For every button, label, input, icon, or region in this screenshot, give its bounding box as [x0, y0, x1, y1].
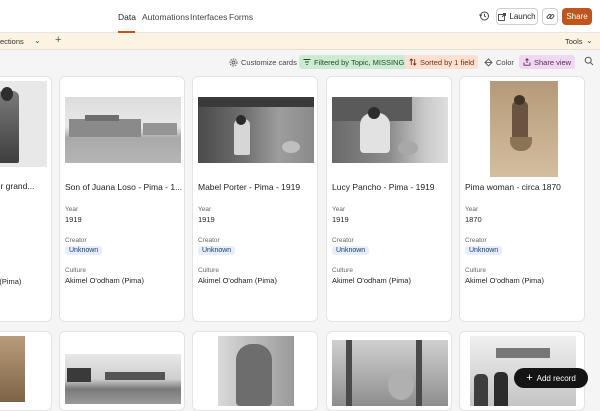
creator-chip: Unknown [332, 246, 370, 255]
view-bar: ections ⌄ + Tools ⌄ [0, 33, 600, 50]
record-card[interactable] [0, 331, 52, 411]
share-icon [523, 58, 531, 66]
sort-button[interactable]: Sorted by 1 field [405, 55, 479, 69]
record-card[interactable]: Son of Juana Loso - Pima - 1... Year 191… [59, 76, 185, 322]
launch-button[interactable]: Launch [496, 8, 538, 25]
record-photo [490, 81, 558, 177]
filter-button[interactable]: Filtered by Topic, MISSING [299, 55, 409, 69]
year-label: Year [465, 206, 479, 213]
add-record-button[interactable]: + Add record [514, 368, 588, 388]
sort-icon [409, 58, 417, 66]
year-label: Year [198, 206, 212, 213]
creator-label: Creator [198, 237, 220, 244]
record-year: 1870 [465, 215, 482, 224]
search-icon[interactable] [584, 56, 594, 66]
culture-label: Culture [198, 267, 219, 274]
record-photo [65, 97, 181, 163]
creator-chip: Unknown [465, 246, 503, 255]
year-label: Year [65, 206, 79, 213]
view-name[interactable]: ections [0, 37, 24, 46]
record-card[interactable] [192, 331, 318, 411]
color-button[interactable]: Color [480, 55, 518, 69]
tools-menu[interactable]: Tools [565, 37, 583, 46]
record-title: Mabel Porter - Pima - 1919 [198, 182, 301, 192]
filter-icon [303, 59, 311, 65]
paint-bucket-icon [484, 57, 493, 67]
record-photo [218, 336, 294, 406]
plus-icon: + [526, 371, 533, 384]
tab-interfaces[interactable]: Interfaces [190, 12, 227, 22]
record-year: 1919 [65, 215, 82, 224]
creator-label: Creator [65, 237, 87, 244]
creator-chip: Unknown [198, 246, 236, 255]
record-photo [0, 81, 47, 167]
record-culture: m (Pima) [0, 277, 22, 286]
creator-chip: Unknown [65, 246, 103, 255]
launch-label: Launch [509, 12, 536, 21]
share-button[interactable]: Share [562, 8, 592, 25]
chevron-down-icon[interactable]: ⌄ [586, 36, 593, 45]
record-card[interactable] [59, 331, 185, 411]
record-photo [65, 354, 181, 404]
filter-label: Filtered by Topic, MISSING [314, 57, 405, 67]
record-card[interactable]: Mabel Porter - Pima - 1919 Year 1919 Cre… [192, 76, 318, 322]
link-icon [546, 14, 554, 20]
record-culture: Akimel O'odham (Pima) [198, 276, 277, 285]
view-toolbar: Customize cards Filtered by Topic, MISSI… [0, 50, 600, 74]
gear-icon [229, 58, 238, 66]
record-card[interactable]: Pima woman - circa 1870 Year 1870 Creato… [459, 76, 585, 322]
year-label: Year [332, 206, 346, 213]
tab-data[interactable]: Data [118, 12, 136, 22]
culture-label: Culture [465, 267, 486, 274]
record-photo [198, 97, 314, 163]
tab-forms[interactable]: Forms [229, 12, 253, 22]
history-icon[interactable] [478, 10, 490, 22]
record-card[interactable] [326, 331, 452, 411]
sort-label: Sorted by 1 field [420, 57, 475, 67]
record-photo [332, 97, 448, 163]
customize-cards-label: Customize cards [241, 57, 297, 67]
chevron-down-icon[interactable]: ⌄ [34, 36, 41, 45]
share-view-button[interactable]: Share view [519, 55, 576, 69]
record-photo [332, 340, 448, 406]
culture-label: Culture [65, 267, 86, 274]
record-culture: Akimel O'odham (Pima) [65, 276, 144, 285]
record-title: Pima woman - circa 1870 [465, 182, 561, 192]
creator-label: Creator [332, 237, 354, 244]
record-title: her grand... [0, 181, 35, 191]
creator-label: Creator [465, 237, 487, 244]
record-year: 1919 [198, 215, 215, 224]
record-year: 1919 [332, 215, 349, 224]
record-card[interactable]: Lucy Pancho - Pima - 1919 Year 1919 Crea… [326, 76, 452, 322]
top-navigation: Data Automations Interfaces Forms Launch… [0, 0, 600, 33]
share-view-label: Share view [534, 57, 572, 67]
copy-link-button[interactable] [542, 8, 558, 25]
record-title: Lucy Pancho - Pima - 1919 [332, 182, 435, 192]
record-title: Son of Juana Loso - Pima - 1... [65, 182, 183, 192]
record-photo [0, 336, 25, 402]
tab-automations[interactable]: Automations [142, 12, 189, 22]
customize-cards-button[interactable]: Customize cards [225, 55, 301, 69]
add-record-label: Add record [536, 373, 576, 383]
color-label: Color [496, 57, 514, 67]
culture-label: Culture [332, 267, 353, 274]
launch-icon [498, 12, 507, 21]
add-view-icon[interactable]: + [55, 34, 61, 46]
record-culture: Akimel O'odham (Pima) [332, 276, 411, 285]
record-culture: Akimel O'odham (Pima) [465, 276, 544, 285]
record-card[interactable]: her grand... m (Pima) [0, 76, 52, 322]
